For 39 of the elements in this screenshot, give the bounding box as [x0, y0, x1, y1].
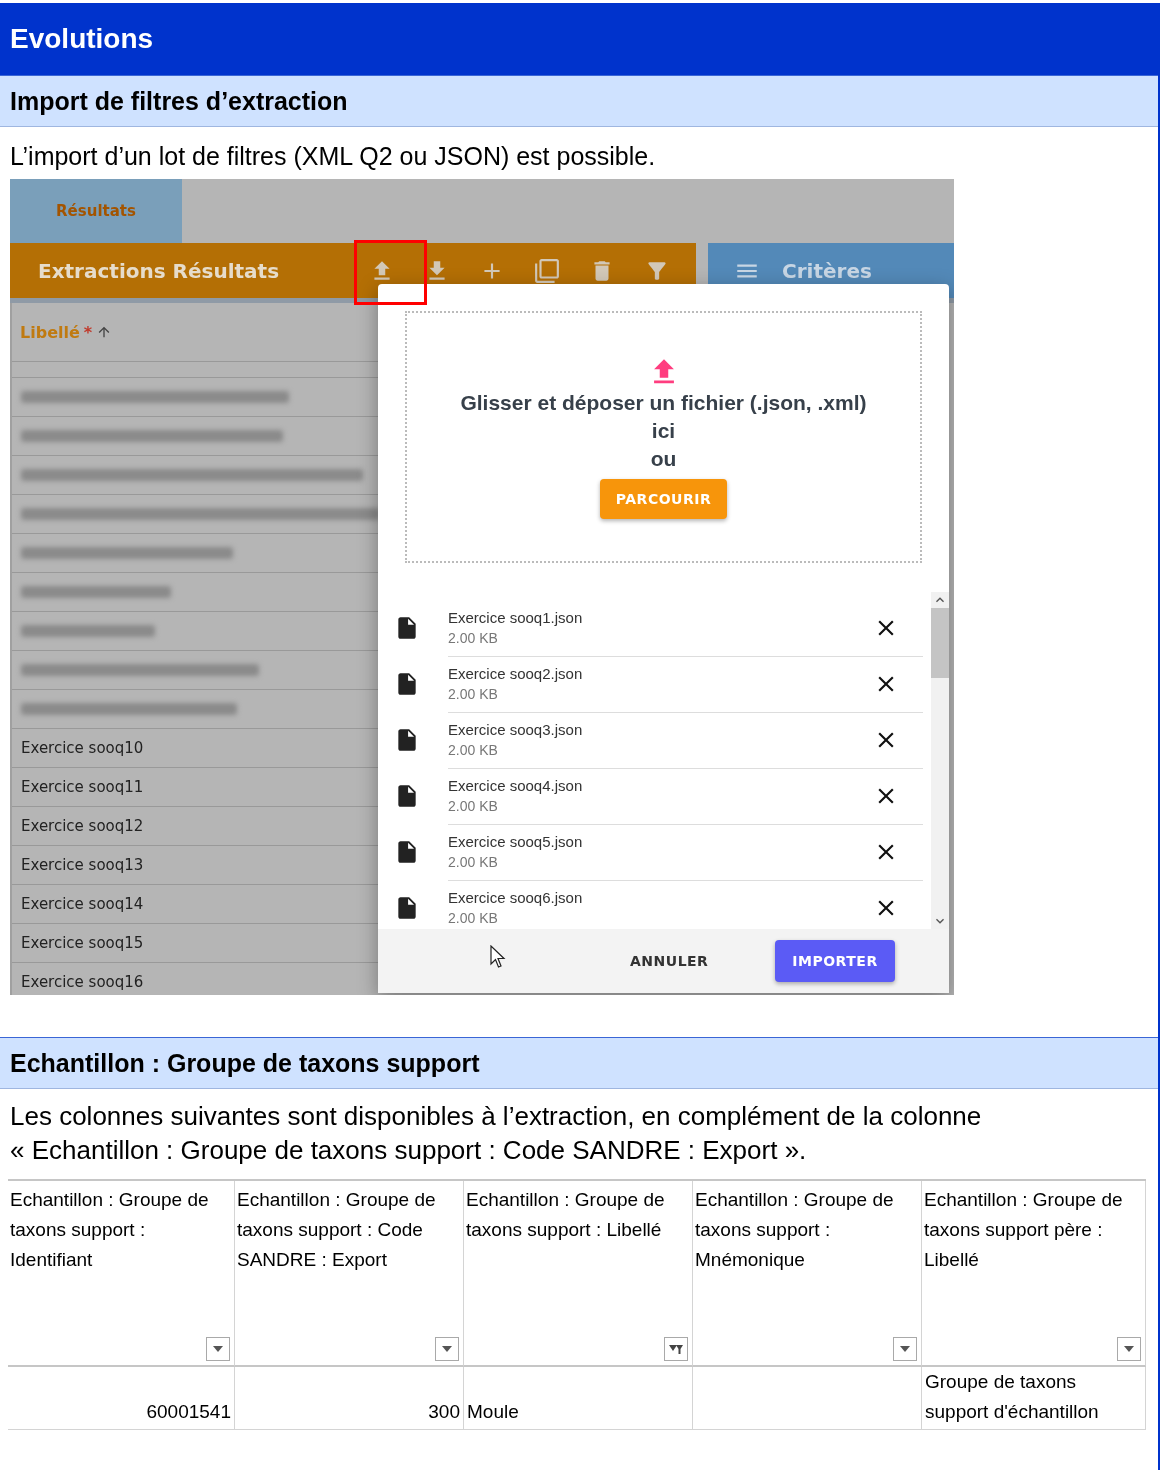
table-cell: Groupe de taxons support d'échantillon — [922, 1367, 1146, 1430]
file-name: Exercice sooq5.json — [448, 833, 584, 850]
file-name: Exercice sooq4.json — [448, 777, 584, 794]
drop-zone[interactable]: Glisser et déposer un fichier (.json, .xml) ici ou PARCOURIR — [405, 311, 922, 563]
required-mark: * — [83, 322, 93, 342]
import-button[interactable]: IMPORTER — [775, 940, 895, 982]
page-title: Evolutions — [0, 3, 1158, 75]
scrollbar[interactable] — [931, 592, 949, 929]
file-size: 2.00 KB — [448, 686, 499, 702]
header-label: Echantillon : Groupe de taxons support père : Libellé — [924, 1189, 1123, 1270]
section-heading: Import de filtres d’extraction — [0, 75, 1158, 127]
file-name: Exercice sooq3.json — [448, 721, 584, 738]
section-text: Les colonnes suivantes sont disponibles à l’extraction, en complément de la colonne « Echantillon : Groupe de taxons support : Code SANDRE : Export ». — [9, 1100, 983, 1167]
section-text: L’import d’un lot de filtres (XML Q2 ou JSON) est possible. — [9, 141, 657, 172]
drop-text: ici — [651, 418, 676, 444]
drop-text: Glisser et déposer un fichier (.json, .xml) — [460, 390, 867, 416]
toolbar-title: Extractions Résultats — [37, 258, 281, 283]
section-heading: Echantillon : Groupe de taxons support — [0, 1037, 1158, 1089]
file-size: 2.00 KB — [448, 742, 499, 758]
mouse-cursor-icon — [490, 945, 506, 969]
cancel-button[interactable]: ANNULER — [624, 952, 715, 970]
filter-applied-icon[interactable] — [664, 1337, 688, 1361]
file-size: 2.00 KB — [448, 854, 499, 870]
file-size: 2.00 KB — [448, 910, 499, 926]
table-cell: 300 — [235, 1367, 464, 1430]
criteria-title: Critères — [782, 258, 872, 283]
table-cell: Moule — [464, 1367, 693, 1430]
scrollbar-thumb[interactable] — [931, 608, 949, 678]
table-cell: 60001541 — [8, 1367, 235, 1430]
file-name: Exercice sooq2.json — [448, 665, 584, 682]
header-label: Echantillon : Groupe de taxons support : Mnémonique — [695, 1189, 894, 1270]
file-name: Exercice sooq6.json — [448, 889, 584, 906]
header-label: Echantillon : Groupe de taxons support : Identifiant — [10, 1189, 209, 1270]
header-label: Echantillon : Groupe de taxons support : Libellé — [466, 1189, 665, 1240]
file-size: 2.00 KB — [448, 798, 499, 814]
file-name: Exercice sooq1.json — [448, 609, 584, 626]
header-label: Echantillon : Groupe de taxons support : Code SANDRE : Export — [237, 1189, 436, 1270]
file-size: 2.00 KB — [448, 630, 499, 646]
drop-text: ou — [650, 446, 677, 472]
